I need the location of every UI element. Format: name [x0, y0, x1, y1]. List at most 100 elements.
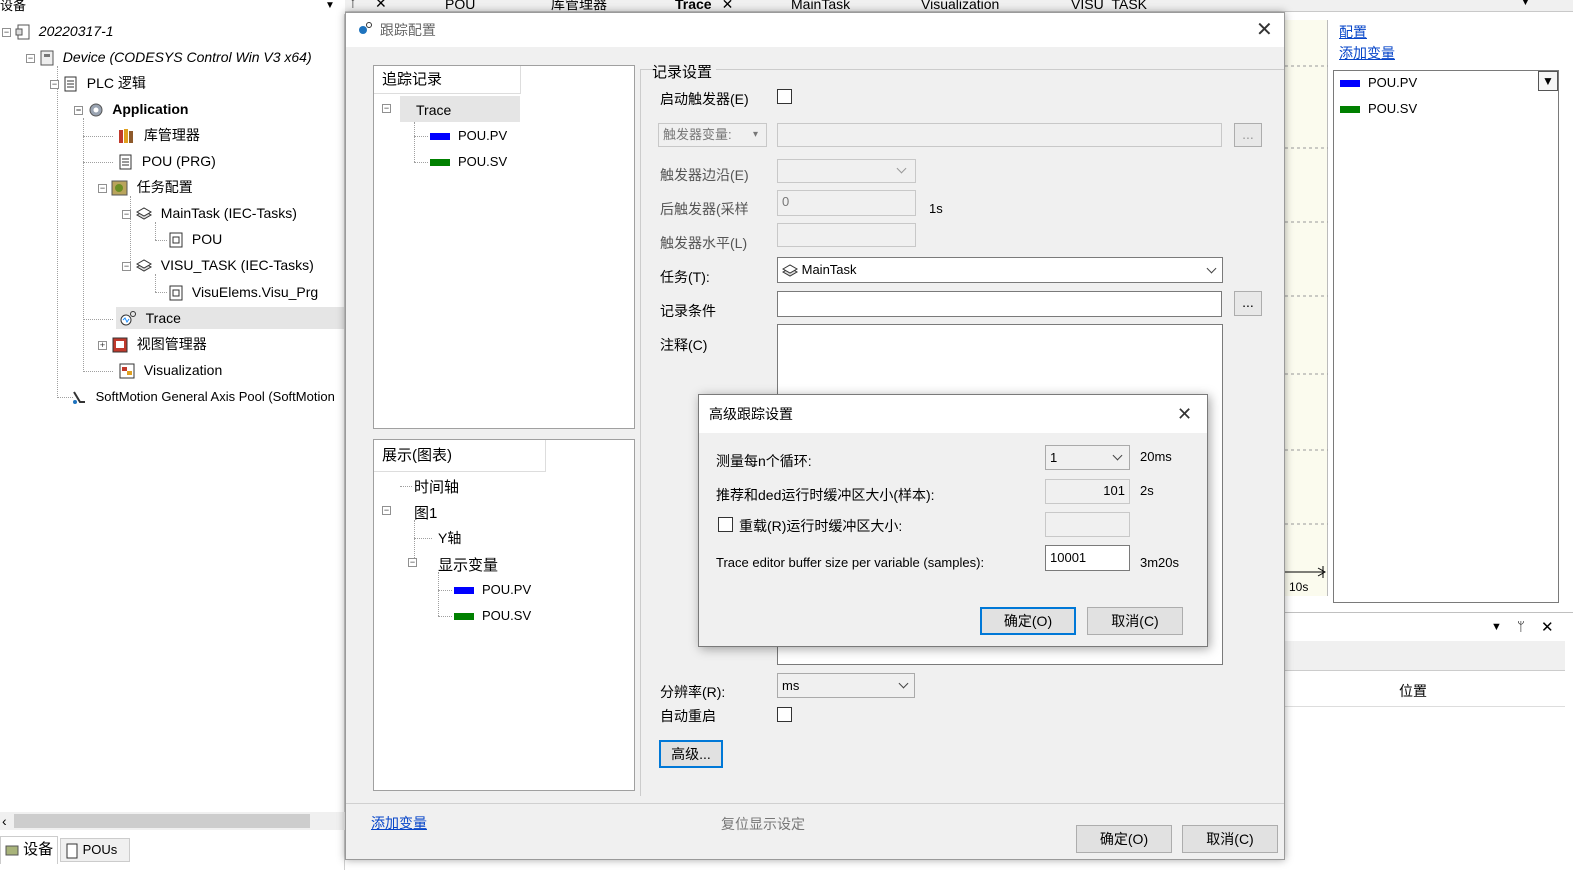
tree-item-visu-task[interactable]: − VISU_TASK (IEC-Tasks): [122, 254, 314, 276]
resolution-select[interactable]: ms: [777, 673, 915, 698]
tree-item-pou-prg[interactable]: POU (PRG): [118, 150, 216, 172]
display-tree-time-axis[interactable]: 时间轴: [414, 476, 459, 497]
trigger-level-field[interactable]: [777, 223, 916, 247]
override-checkbox[interactable]: [718, 517, 733, 532]
advanced-button[interactable]: 高级...: [659, 740, 723, 768]
dropdown-icon: ▾: [753, 129, 759, 140]
display-tree-header[interactable]: 展示(图表): [374, 440, 546, 472]
tab-main-task[interactable]: MainTask: [755, 0, 850, 11]
collapse-icon[interactable]: −: [98, 183, 107, 193]
collapse-icon[interactable]: −: [2, 27, 11, 37]
close-icon[interactable]: ✕: [375, 0, 387, 11]
measure-select[interactable]: 1: [1045, 445, 1130, 470]
collapse-icon[interactable]: −: [74, 105, 83, 115]
collapse-icon[interactable]: −: [50, 79, 59, 89]
display-tree-chart[interactable]: 图1: [414, 502, 437, 523]
tree-item-main-task[interactable]: − MainTask (IEC-Tasks): [122, 202, 297, 224]
legend-item[interactable]: POU.PV: [1340, 74, 1417, 92]
tree-item-view-manager[interactable]: + 视图管理器: [98, 333, 207, 355]
display-var[interactable]: POU.SV: [454, 608, 531, 623]
collapse-icon[interactable]: −: [26, 53, 35, 63]
trigger-edge-select[interactable]: [777, 159, 916, 183]
tree-item-trace[interactable]: Trace: [116, 307, 344, 329]
auto-restart-checkbox[interactable]: [777, 707, 792, 722]
display-tree: 展示(图表) 时间轴 − 图1 Y轴 − 显示变量 POU.PV POU.SV: [373, 439, 635, 791]
task-config-icon: [111, 180, 128, 196]
enable-trigger-checkbox[interactable]: [777, 89, 792, 104]
record-var[interactable]: POU.PV: [430, 128, 507, 143]
tab-list-icon[interactable]: ▼: [1520, 0, 1531, 8]
collapse-icon[interactable]: −: [122, 209, 131, 219]
tree-item-softmotion[interactable]: SoftMotion General Axis Pool (SoftMotion: [70, 386, 335, 408]
record-tree-header[interactable]: 追踪记录: [374, 66, 521, 94]
cancel-button[interactable]: 取消(C): [1182, 825, 1278, 853]
auto-restart-label: 自动重启: [660, 708, 716, 724]
record-tree-root[interactable]: Trace: [416, 102, 451, 118]
tab-visualization[interactable]: Visualization: [883, 0, 999, 11]
scrollbar-thumb[interactable]: [14, 814, 310, 828]
condition-field[interactable]: [777, 291, 1222, 317]
condition-browse-button[interactable]: ...: [1234, 291, 1262, 316]
var-swatch: [454, 587, 474, 595]
trigger-var-field[interactable]: [777, 123, 1222, 147]
add-variable-link-right[interactable]: 添加变量: [1339, 43, 1395, 63]
override-field[interactable]: [1045, 512, 1130, 537]
trigger-edge-label: 触发器边沿(E): [660, 167, 749, 183]
tree-item-visualization[interactable]: Visualization: [118, 359, 222, 381]
legend-dropdown-button[interactable]: ▼: [1538, 71, 1558, 91]
editor-buffer-field[interactable]: 10001: [1045, 545, 1130, 571]
display-tree-y-axis[interactable]: Y轴: [438, 528, 461, 548]
tab-close-icon[interactable]: ✕: [722, 0, 734, 11]
recommended-field[interactable]: 101: [1045, 479, 1130, 504]
close-icon[interactable]: ✕: [1256, 20, 1273, 40]
task-icon: [782, 263, 798, 277]
tab-visu-task[interactable]: VISU_TASK: [1033, 0, 1147, 11]
collapse-icon[interactable]: −: [122, 261, 131, 271]
close-icon[interactable]: ✕: [1177, 404, 1192, 424]
trigger-var-type-select[interactable]: 触发器变量: ▾: [658, 123, 767, 147]
chevron-down-icon: [896, 163, 907, 174]
horizontal-scrollbar[interactable]: ‹: [0, 812, 345, 830]
ok-button[interactable]: 确定(O): [1076, 825, 1172, 853]
advanced-ok-button[interactable]: 确定(O): [980, 607, 1076, 635]
pin-icon[interactable]: ᛘ: [349, 0, 357, 10]
reset-display-link[interactable]: 复位显示设定: [721, 814, 805, 834]
add-variable-link[interactable]: 添加变量: [371, 813, 427, 833]
tree-item-visu-prg[interactable]: VisuElems.Visu_Prg: [168, 281, 318, 303]
tree-item-application[interactable]: − Application: [74, 98, 189, 120]
config-link[interactable]: 配置: [1339, 22, 1367, 42]
trigger-var-browse-button[interactable]: ...: [1234, 123, 1262, 147]
tab-trace[interactable]: Trace ✕: [643, 0, 734, 11]
expand-icon[interactable]: +: [98, 340, 107, 350]
enable-trigger-label: 启动触发器(E): [660, 91, 749, 107]
tab-devices[interactable]: 设备: [0, 836, 58, 864]
tree-item-library-manager[interactable]: 库管理器: [118, 124, 200, 146]
task-select[interactable]: MainTask: [777, 257, 1223, 283]
pin-icon[interactable]: ᛘ: [1517, 619, 1525, 634]
close-icon[interactable]: ✕: [1541, 618, 1554, 636]
legend-item[interactable]: POU.SV: [1340, 100, 1417, 118]
panel-toolbar: [1285, 641, 1565, 671]
tree-item-device[interactable]: − Device (CODESYS Control Win V3 x64): [26, 46, 312, 68]
tab-pou[interactable]: POU: [411, 0, 475, 11]
display-var[interactable]: POU.PV: [454, 582, 531, 597]
post-trigger-field[interactable]: 0: [777, 190, 916, 216]
collapse-icon[interactable]: −: [382, 104, 391, 113]
trigger-level-label: 触发器水平(L): [660, 235, 748, 251]
collapse-icon[interactable]: −: [408, 558, 417, 567]
display-tree-display-vars[interactable]: 显示变量: [438, 554, 498, 575]
dropdown-icon[interactable]: ▼: [1491, 621, 1502, 633]
tab-pous[interactable]: POUs: [60, 838, 130, 862]
tab-library-manager[interactable]: 库管理器: [515, 0, 607, 11]
tree-item-plc-logic[interactable]: − PLC 逻辑: [50, 72, 146, 94]
tree-item-pou[interactable]: POU: [168, 228, 222, 250]
scroll-left-icon[interactable]: ‹: [2, 812, 7, 830]
measure-label: 测量每n个循环:: [716, 453, 812, 469]
tree-item-task-config[interactable]: − 任务配置: [98, 176, 193, 198]
column-header-position[interactable]: 位置: [1399, 681, 1427, 701]
tree-item-project[interactable]: − 20220317-1: [2, 20, 114, 42]
record-var[interactable]: POU.SV: [430, 154, 507, 169]
dropdown-icon[interactable]: ▼: [325, 0, 335, 12]
advanced-cancel-button[interactable]: 取消(C): [1087, 607, 1183, 635]
collapse-icon[interactable]: −: [382, 506, 391, 515]
